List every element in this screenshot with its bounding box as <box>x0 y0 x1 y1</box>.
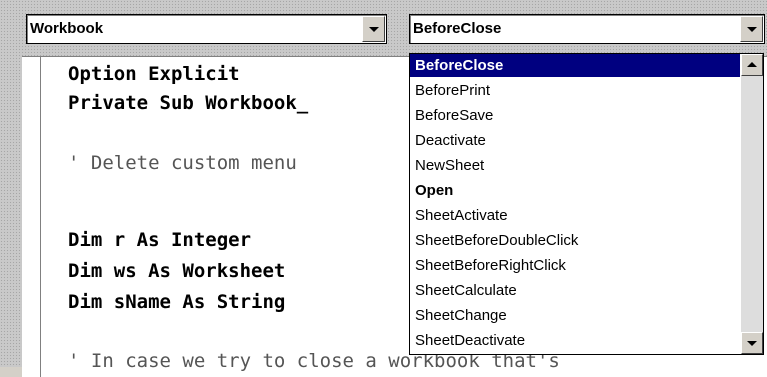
list-item-sheetbeforedoubleclick[interactable]: SheetBeforeDoubleClick <box>410 229 740 252</box>
procedure-dropdown-button[interactable] <box>740 16 763 42</box>
code-line[interactable]: Dim sName As String <box>68 291 285 313</box>
list-scrollbar[interactable] <box>741 54 763 354</box>
list-item-sheetcalculate[interactable]: SheetCalculate <box>410 279 740 302</box>
list-item-sheetdeactivate[interactable]: SheetDeactivate <box>410 329 740 352</box>
chevron-down-icon <box>369 27 379 32</box>
procedure-combobox-value: BeforeClose <box>413 20 502 37</box>
object-combobox[interactable]: Workbook <box>26 14 387 44</box>
list-item-sheetbeforerightclick[interactable]: SheetBeforeRightClick <box>410 254 740 277</box>
list-item-beforeprint[interactable]: BeforePrint <box>410 79 740 102</box>
list-item-sheetactivate[interactable]: SheetActivate <box>410 204 740 227</box>
list-item-sheetchange[interactable]: SheetChange <box>410 304 740 327</box>
margin-indicator-bar[interactable] <box>22 57 41 377</box>
list-item-beforesave[interactable]: BeforeSave <box>410 104 740 127</box>
list-item-newsheet[interactable]: NewSheet <box>410 154 740 177</box>
scroll-down-button[interactable] <box>741 332 763 354</box>
chevron-down-icon <box>747 341 757 346</box>
chevron-up-icon <box>747 62 757 67</box>
object-combobox-value: Workbook <box>30 20 104 37</box>
procedure-dropdown-list[interactable]: BeforeClose BeforePrint BeforeSave Deact… <box>409 53 764 355</box>
scroll-up-button[interactable] <box>741 54 763 76</box>
procedure-combobox[interactable]: BeforeClose <box>409 14 765 44</box>
list-item-open[interactable]: Open <box>410 179 740 202</box>
code-line[interactable]: Dim r As Integer <box>68 229 251 251</box>
code-line[interactable]: Dim ws As Worksheet <box>68 260 285 282</box>
object-dropdown-button[interactable] <box>362 16 385 42</box>
list-item-deactivate[interactable]: Deactivate <box>410 129 740 152</box>
list-item-beforeclose[interactable]: BeforeClose <box>410 54 740 77</box>
chevron-down-icon <box>747 27 757 32</box>
code-line[interactable]: Private Sub Workbook_ <box>68 92 308 114</box>
code-line[interactable]: Option Explicit <box>68 63 240 85</box>
code-comment-line[interactable]: ' Delete custom menu <box>68 152 297 174</box>
